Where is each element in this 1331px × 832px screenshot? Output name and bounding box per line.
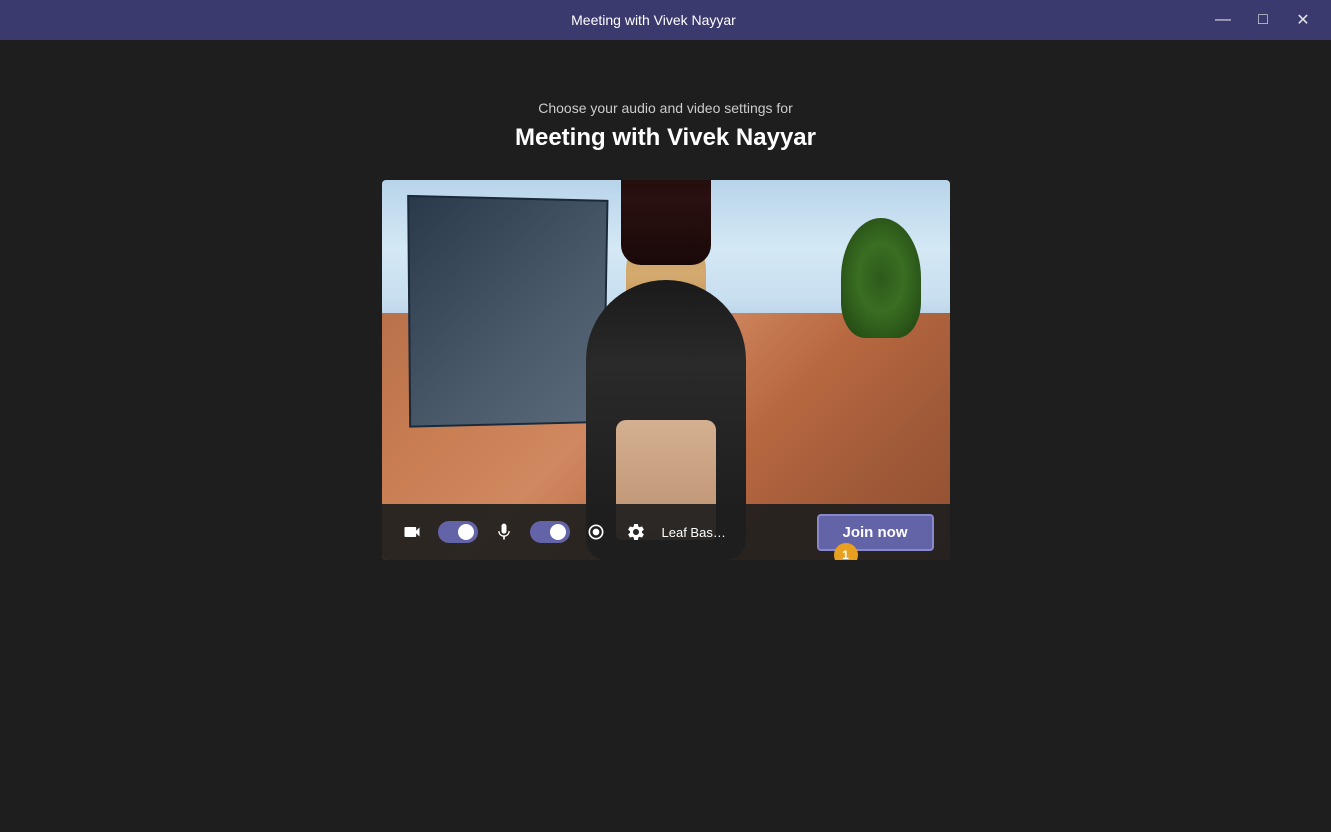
subtitle-text: Choose your audio and video settings for xyxy=(538,100,793,116)
mic-button[interactable] xyxy=(490,518,518,546)
maximize-button[interactable]: □ xyxy=(1251,8,1275,32)
settings-button[interactable] xyxy=(622,518,650,546)
camera-toggle[interactable] xyxy=(438,521,478,543)
title-bar-controls: — □ ✕ xyxy=(1211,8,1315,32)
notification-badge: 1 xyxy=(834,543,858,561)
title-bar: Meeting with Vivek Nayyar — □ ✕ xyxy=(0,0,1331,40)
join-button-wrapper: Join now 1 xyxy=(817,514,934,551)
tree-element xyxy=(841,218,921,338)
effects-icon xyxy=(586,522,606,542)
device-label: Leaf Bass Hands-Free AG Au... xyxy=(662,525,728,540)
person-hair xyxy=(621,180,711,265)
mic-icon xyxy=(494,522,514,542)
close-button[interactable]: ✕ xyxy=(1291,8,1315,32)
minimize-button[interactable]: — xyxy=(1211,8,1235,32)
settings-icon xyxy=(626,522,646,542)
video-preview: Leaf Bass Hands-Free AG Au... Join now 1 xyxy=(382,180,950,560)
join-now-button[interactable]: Join now xyxy=(817,514,934,551)
camera-icon xyxy=(402,522,422,542)
meeting-title: Meeting with Vivek Nayyar xyxy=(515,124,816,152)
title-bar-title: Meeting with Vivek Nayyar xyxy=(96,12,1211,28)
camera-button[interactable] xyxy=(398,518,426,546)
effects-button[interactable] xyxy=(582,518,610,546)
main-content: Choose your audio and video settings for… xyxy=(0,40,1331,832)
controls-bar: Leaf Bass Hands-Free AG Au... Join now 1 xyxy=(382,504,950,560)
mic-toggle[interactable] xyxy=(530,521,570,543)
video-scene xyxy=(382,180,950,560)
